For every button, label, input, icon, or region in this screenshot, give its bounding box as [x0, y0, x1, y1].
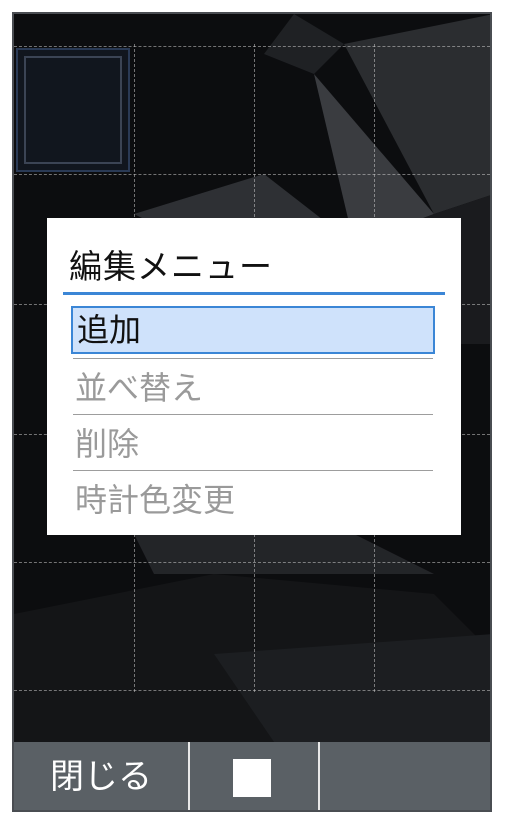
phone-screen: 編集メニュー 追加 並べ替え 削除 時計色変更 閉じる: [12, 12, 492, 812]
menu-item-clock-color[interactable]: 時計色変更: [71, 476, 435, 524]
menu-item-add[interactable]: 追加: [71, 306, 435, 354]
menu-divider: [73, 358, 433, 359]
menu-divider: [73, 470, 433, 471]
selected-grid-cell[interactable]: [16, 48, 130, 172]
grid-line: [14, 174, 490, 175]
stop-square-icon: [233, 759, 271, 797]
grid-line: [14, 562, 490, 563]
dialog-title-divider: [63, 292, 445, 295]
menu-item-delete[interactable]: 削除: [71, 420, 435, 468]
edit-menu-dialog: 編集メニュー 追加 並べ替え 削除 時計色変更: [47, 218, 461, 535]
menu-item-reorder[interactable]: 並べ替え: [71, 364, 435, 412]
grid-line: [14, 690, 490, 691]
close-softkey[interactable]: 閉じる: [14, 742, 188, 810]
dialog-title: 編集メニュー: [69, 247, 273, 286]
menu-divider: [73, 414, 433, 415]
grid-line: [14, 46, 490, 47]
selected-cell-frame: [24, 56, 122, 164]
softkey-bar: 閉じる: [14, 742, 490, 810]
right-softkey[interactable]: [320, 742, 490, 810]
